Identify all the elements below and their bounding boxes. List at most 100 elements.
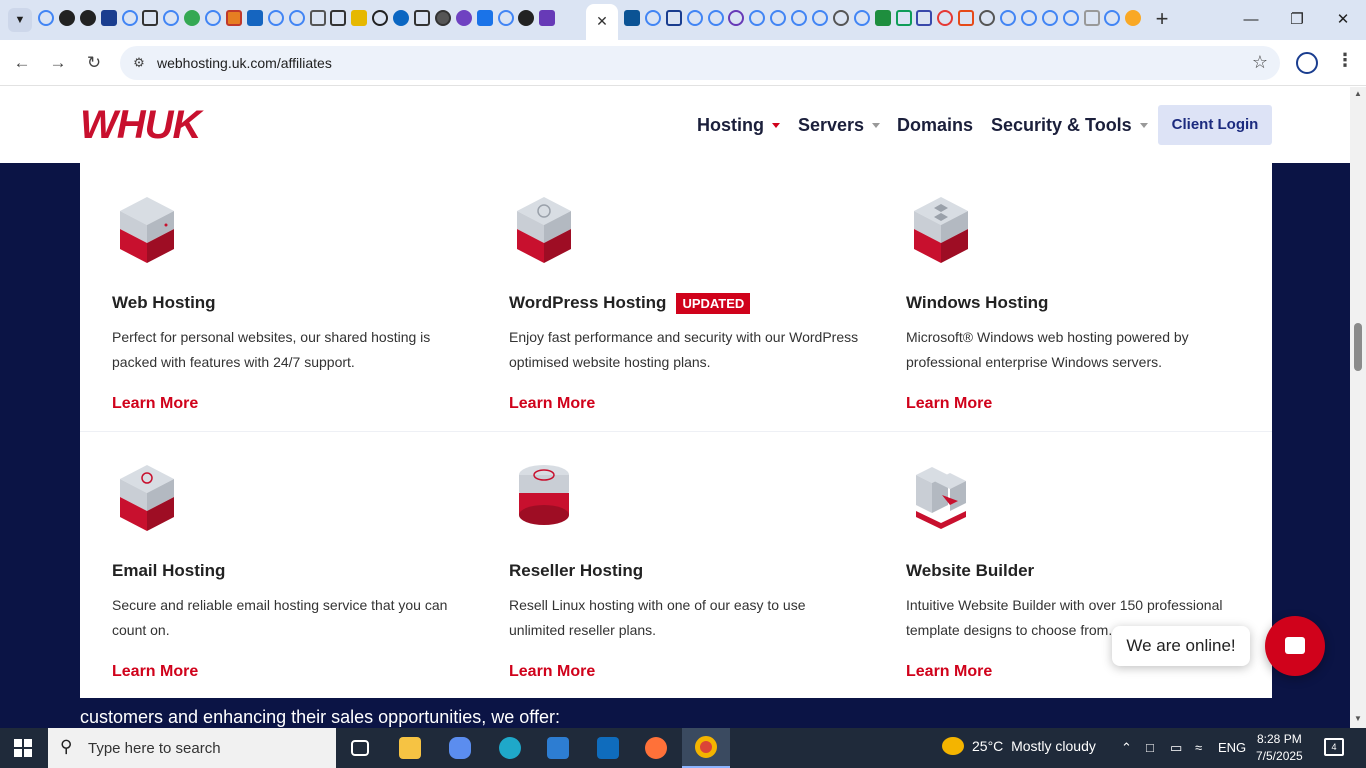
tab-favicon[interactable] [434,10,451,26]
tab-favicon[interactable] [812,10,829,26]
tab-favicon[interactable] [58,10,75,26]
new-tab-button[interactable]: + [1150,8,1174,32]
tab-favicon[interactable] [1062,10,1079,26]
meet-icon[interactable]: □ [1146,740,1154,755]
url-text[interactable]: webhosting.uk.com/affiliates [157,55,332,71]
tab-favicon[interactable] [1104,10,1121,26]
tab-favicon[interactable] [539,10,556,26]
menu-kebab-icon[interactable]: ⋮ [1336,50,1354,71]
page-scrollbar[interactable]: ▲ ▼ [1350,87,1366,728]
tab-favicon[interactable] [770,10,787,26]
task-view-icon[interactable] [336,728,384,768]
client-login-button[interactable]: Client Login [1158,105,1272,145]
whuk-logo[interactable]: WHUK [80,103,201,147]
tab-favicon[interactable] [1041,10,1058,26]
tab-favicon[interactable] [205,10,222,26]
tab-favicon[interactable] [749,10,766,26]
tab-favicon[interactable] [1125,10,1142,26]
tab-favicon[interactable] [351,10,368,26]
live-chat-button[interactable] [1265,616,1325,676]
firefox-icon[interactable] [632,728,680,768]
learn-more-link[interactable]: Learn More [509,663,595,681]
edge-icon[interactable] [486,728,534,768]
scroll-thumb[interactable] [1354,323,1362,371]
tab-favicon[interactable] [184,10,201,26]
wifi-icon[interactable]: ≈ [1195,740,1202,755]
learn-more-link[interactable]: Learn More [112,663,198,681]
chevron-up-icon[interactable]: ⌃ [1121,740,1132,756]
restore-icon[interactable]: ❐ [1274,6,1320,34]
copilot-icon[interactable] [436,728,484,768]
tab-favicon[interactable] [79,10,96,26]
tab-search-button[interactable]: ▼ [8,8,32,32]
tab-favicon[interactable] [916,10,933,26]
weather-widget[interactable]: 25°C Mostly cloudy [942,737,1096,755]
bookmark-star-icon[interactable]: ☆ [1252,52,1268,73]
store-icon[interactable] [534,728,582,768]
tab-favicon[interactable] [728,10,745,26]
tab-favicon[interactable] [1020,10,1037,26]
nav-hosting[interactable]: Hosting [697,115,780,136]
tab-favicon[interactable] [518,10,535,26]
tab-favicon[interactable] [100,10,117,26]
battery-icon[interactable]: ▭ [1170,740,1182,756]
taskbar-search[interactable]: ⚲ Type here to search [48,728,336,768]
address-bar[interactable]: ⚙ webhosting.uk.com/affiliates ☆ [120,46,1280,80]
tab-favicon[interactable] [624,10,640,26]
forward-arrow-icon[interactable]: → [44,49,72,77]
back-arrow-icon[interactable]: ← [8,49,36,77]
tab-favicon[interactable] [163,10,180,26]
scroll-down-icon[interactable]: ▼ [1353,714,1363,723]
chat-status-bubble[interactable]: We are online! [1112,626,1250,666]
tab-favicon[interactable] [267,10,284,26]
learn-more-link[interactable]: Learn More [509,395,595,413]
tab-favicon[interactable] [497,10,514,26]
minimize-icon[interactable]: — [1228,6,1274,34]
tab-favicon[interactable] [38,10,54,26]
tab-favicon[interactable] [853,10,870,26]
learn-more-link[interactable]: Learn More [112,395,198,413]
system-clock[interactable]: 8:28 PM 7/5/2025 [1256,731,1303,765]
file-explorer-icon[interactable] [386,728,434,768]
chrome-icon[interactable] [682,728,730,768]
tab-favicon[interactable] [791,10,808,26]
notification-icon[interactable]: 4 [1324,738,1344,756]
tab-favicon[interactable] [1000,10,1017,26]
scroll-up-icon[interactable]: ▲ [1353,89,1363,98]
close-window-icon[interactable]: ✕ [1320,6,1366,34]
tab-favicon[interactable] [895,10,912,26]
tab-favicon[interactable] [142,10,159,26]
tab-favicon[interactable] [937,10,954,26]
outlook-icon[interactable] [584,728,632,768]
tab-favicon[interactable] [476,10,493,26]
tab-favicon[interactable] [393,10,410,26]
tab-favicon[interactable] [686,10,703,26]
nav-servers[interactable]: Servers [798,115,881,136]
tab-favicon[interactable] [226,10,243,26]
reload-icon[interactable]: ↻ [80,49,108,77]
profile-icon[interactable] [1296,52,1318,74]
tab-favicon[interactable] [414,10,431,26]
learn-more-link[interactable]: Learn More [906,395,992,413]
active-tab[interactable]: ✕ [586,4,618,40]
learn-more-link[interactable]: Learn More [906,663,992,681]
tab-favicon[interactable] [309,10,326,26]
tab-favicon[interactable] [1083,10,1100,26]
tab-favicon[interactable] [455,10,472,26]
tab-favicon[interactable] [979,10,996,26]
site-info-icon[interactable]: ⚙ [130,54,148,72]
tab-favicon[interactable] [372,10,389,26]
nav-security-tools[interactable]: Security & Tools [991,115,1148,136]
tab-favicon[interactable] [330,10,347,26]
tab-favicon[interactable] [288,10,305,26]
tab-favicon[interactable] [121,10,138,26]
language-indicator[interactable]: ENG [1218,740,1246,755]
nav-domains[interactable]: Domains [897,115,973,136]
tab-favicon[interactable] [958,10,975,26]
tab-favicon[interactable] [644,10,661,26]
tab-favicon[interactable] [665,10,682,26]
tab-favicon[interactable] [707,10,724,26]
windows-start-icon[interactable] [14,739,32,757]
tab-favicon[interactable] [832,10,849,26]
close-tab-icon[interactable]: ✕ [593,12,611,30]
